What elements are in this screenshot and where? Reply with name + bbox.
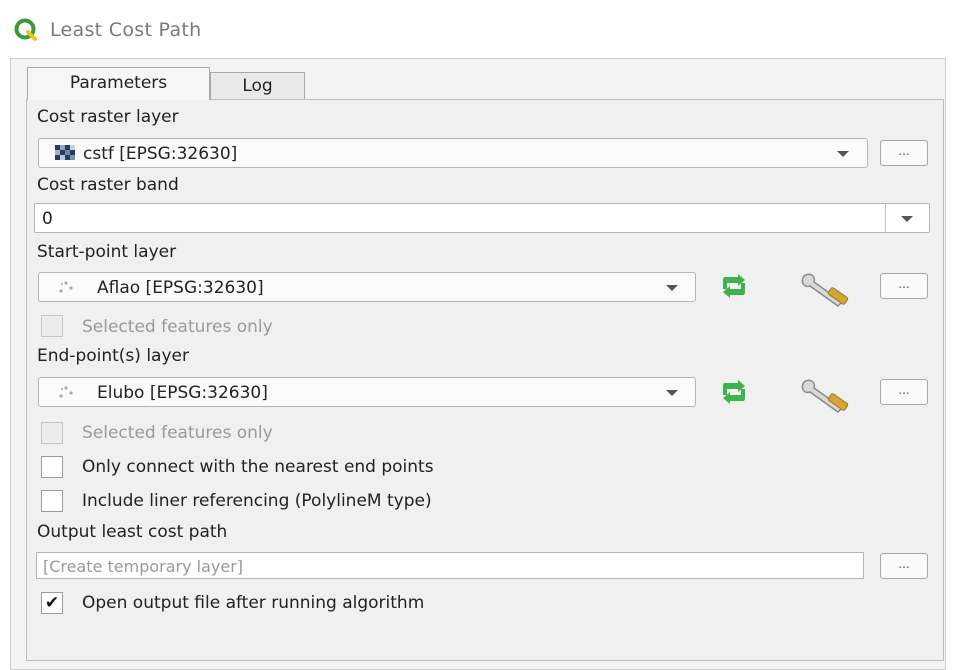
cost-raster-browse-button[interactable]: ... <box>880 140 928 166</box>
start-point-layer-value: Aflao [EPSG:32630] <box>97 278 264 298</box>
tab-log[interactable]: Log <box>210 72 305 100</box>
end-selected-only-label: Selected features only <box>82 423 273 443</box>
nearest-end-points-checkbox[interactable] <box>41 456 63 478</box>
end-point-layer-label: End-point(s) layer <box>37 346 189 366</box>
cost-raster-layer-combo[interactable]: cstf [EPSG:32630] <box>38 138 868 168</box>
chevron-down-icon[interactable] <box>901 216 913 222</box>
output-path-placeholder: [Create temporary layer] <box>43 557 244 576</box>
liner-referencing-label: Include liner referencing (PolylineM typ… <box>82 491 432 511</box>
wrench-icon[interactable] <box>798 376 854 416</box>
output-browse-button[interactable]: ... <box>880 553 928 579</box>
point-layer-icon <box>59 281 73 293</box>
end-point-layer-combo[interactable]: Elubo [EPSG:32630] <box>38 377 696 407</box>
wrench-icon[interactable] <box>798 270 854 310</box>
start-point-layer-combo[interactable]: Aflao [EPSG:32630] <box>38 272 696 302</box>
open-output-checkbox[interactable]: ✔ <box>41 592 63 614</box>
point-layer-icon <box>59 386 73 398</box>
select-divider <box>885 204 886 232</box>
start-selected-only-label: Selected features only <box>82 317 273 337</box>
cost-raster-band-label: Cost raster band <box>37 175 179 195</box>
chevron-down-icon[interactable] <box>837 151 849 157</box>
qgis-logo-icon <box>14 18 37 41</box>
raster-layer-icon <box>55 145 75 160</box>
start-point-options-button[interactable]: ... <box>880 273 928 299</box>
output-label: Output least cost path <box>37 522 228 542</box>
chevron-down-icon[interactable] <box>666 390 678 396</box>
end-point-layer-value: Elubo [EPSG:32630] <box>97 383 268 403</box>
iterate-icon[interactable] <box>718 272 750 300</box>
nearest-end-points-label: Only connect with the nearest end points <box>82 457 434 477</box>
chevron-down-icon[interactable] <box>666 285 678 291</box>
cost-raster-layer-label: Cost raster layer <box>37 107 179 127</box>
open-output-label: Open output file after running algorithm <box>82 593 425 613</box>
window-title: Least Cost Path <box>50 19 202 41</box>
end-point-options-button[interactable]: ... <box>880 379 928 405</box>
output-path-input[interactable]: [Create temporary layer] <box>36 552 864 579</box>
cost-raster-layer-value: cstf [EPSG:32630] <box>83 144 238 164</box>
iterate-icon[interactable] <box>718 378 750 406</box>
tab-parameters[interactable]: Parameters <box>27 67 210 100</box>
cost-raster-band-value: 0 <box>42 209 53 229</box>
cost-raster-band-select[interactable]: 0 <box>34 203 930 233</box>
end-selected-only-checkbox[interactable] <box>41 422 63 444</box>
start-point-layer-label: Start-point layer <box>37 242 177 262</box>
start-selected-only-checkbox[interactable] <box>41 315 63 337</box>
liner-referencing-checkbox[interactable] <box>41 490 63 512</box>
